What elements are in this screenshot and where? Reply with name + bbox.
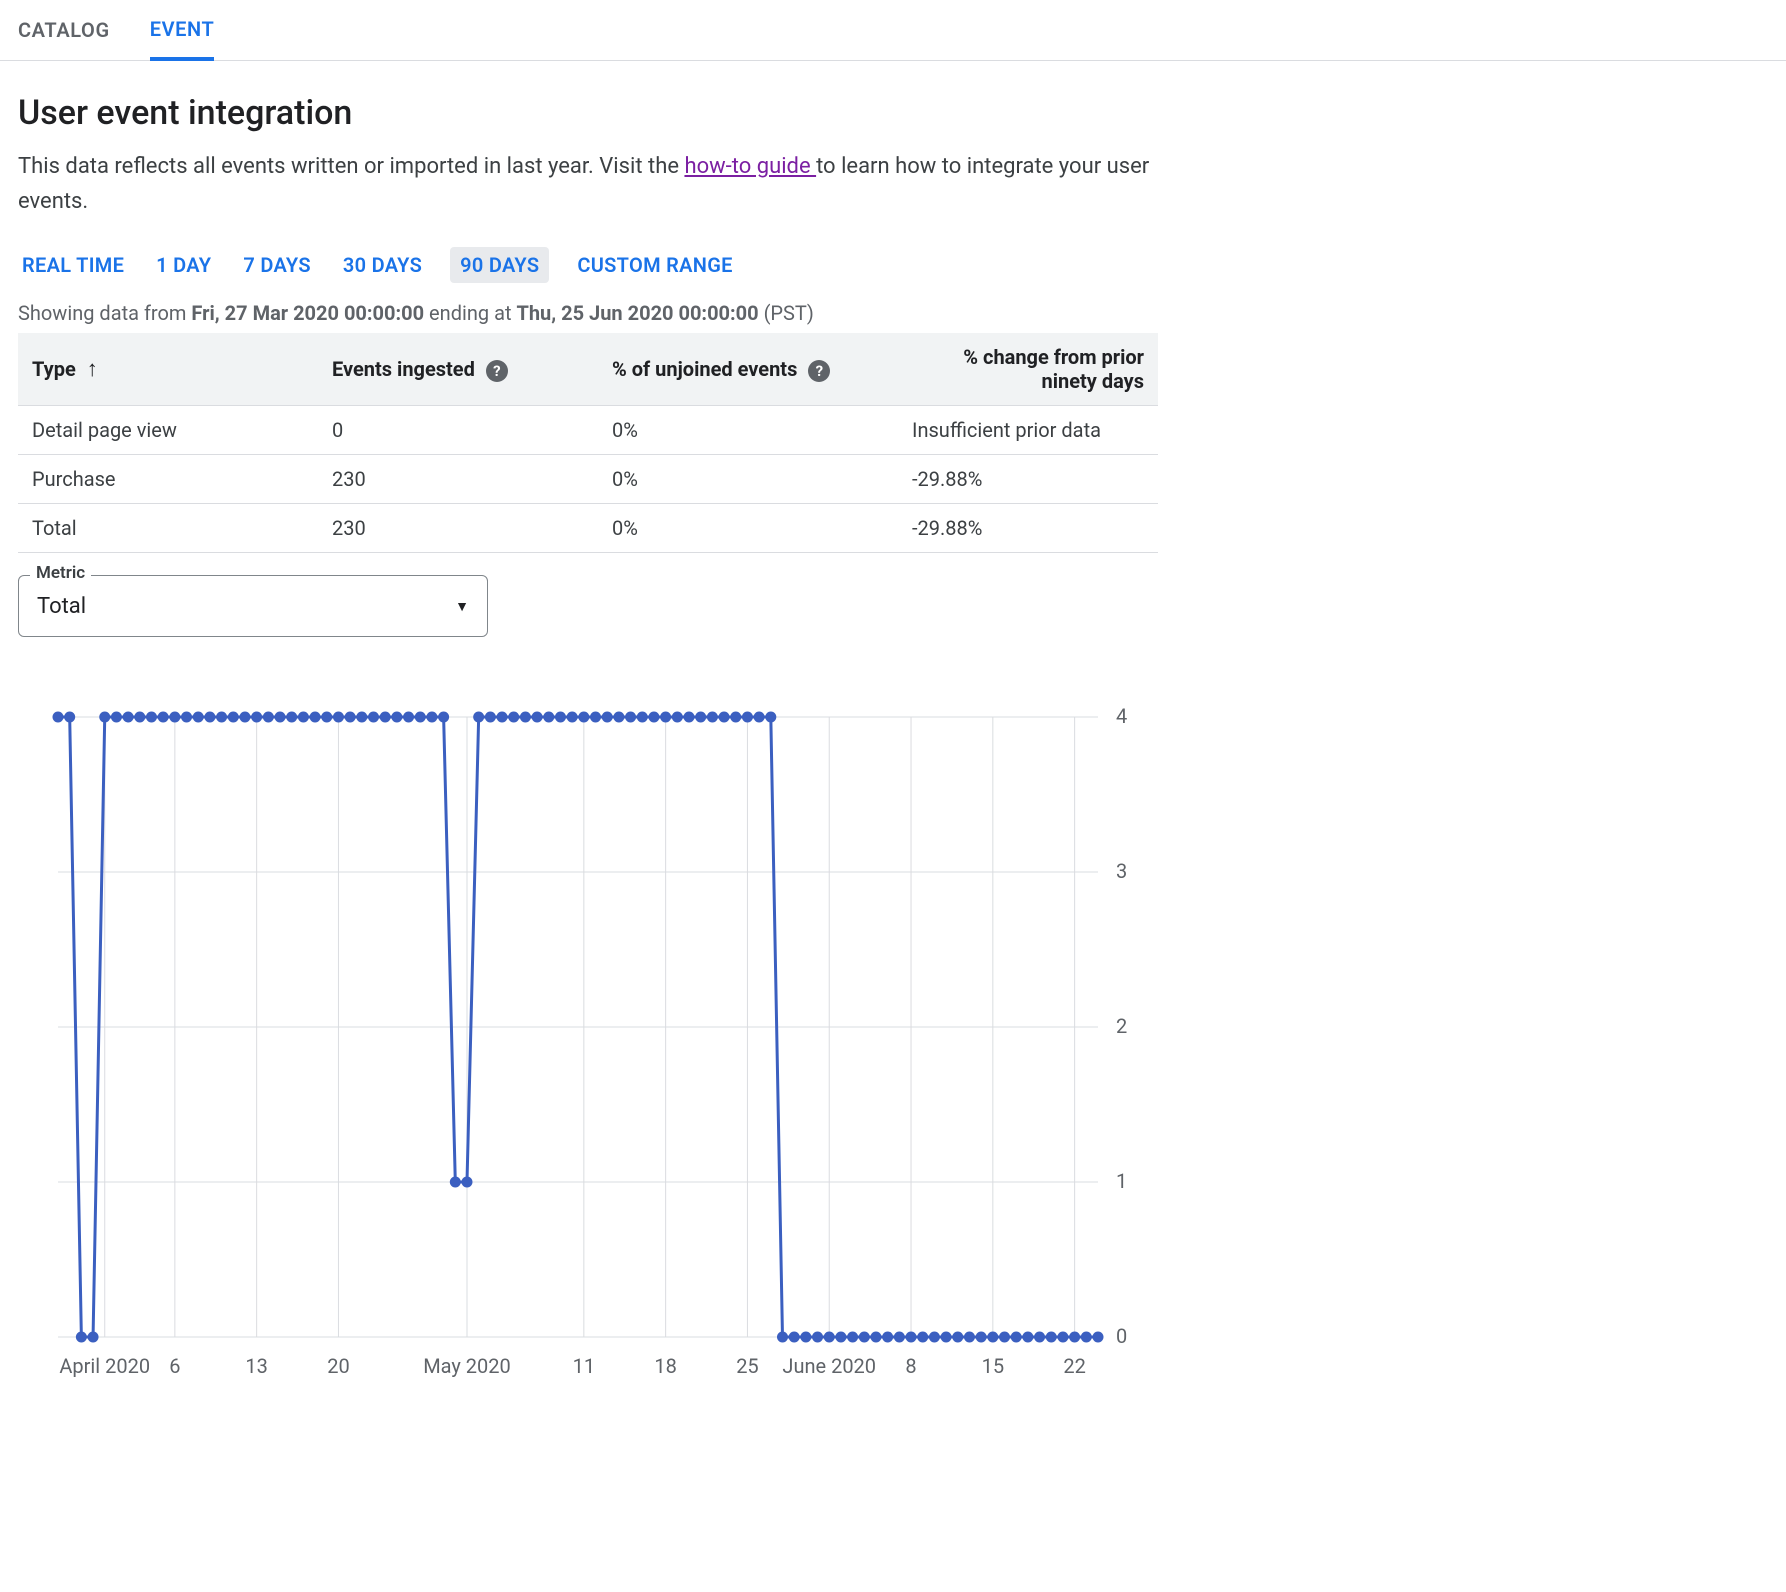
chevron-down-icon: ▼ [455,598,469,615]
col-unjoined-label: % of unjoined events [612,357,797,381]
time-range-row: REAL TIME 1 DAY 7 DAYS 30 DAYS 90 DAYS C… [18,247,1152,283]
svg-text:0: 0 [1116,1324,1127,1348]
page-description: This data reflects all events written or… [18,149,1152,219]
col-change-label: % change from prior ninety days [963,345,1144,393]
svg-text:1: 1 [1116,1169,1127,1193]
range-30-days[interactable]: 30 DAYS [339,247,426,283]
cell-ingested: 0 [318,406,598,455]
svg-text:April 2020: April 2020 [59,1354,150,1378]
metric-value: Total [37,594,86,619]
col-unjoined-header[interactable]: % of unjoined events ? [598,333,898,406]
cell-type: Purchase [18,455,318,504]
svg-text:25: 25 [736,1354,758,1378]
howto-link[interactable]: how-to guide [684,154,816,179]
range-1-day[interactable]: 1 DAY [152,247,215,283]
table-row: Detail page view 0 0% Insufficient prior… [18,406,1158,455]
svg-text:13: 13 [245,1354,267,1378]
showing-range-text: Showing data from Fri, 27 Mar 2020 00:00… [18,301,1152,325]
col-type-label: Type [32,357,76,381]
help-icon[interactable]: ? [486,360,508,382]
range-custom[interactable]: CUSTOM RANGE [573,247,736,283]
svg-text:May 2020: May 2020 [423,1354,511,1378]
svg-text:20: 20 [327,1354,349,1378]
table-row: Purchase 230 0% -29.88% [18,455,1158,504]
showing-from: Fri, 27 Mar 2020 00:00:00 [191,301,424,325]
range-real-time[interactable]: REAL TIME [18,247,128,283]
range-7-days[interactable]: 7 DAYS [239,247,315,283]
main-tabs: CATALOG EVENT [0,0,1786,61]
metric-select[interactable]: Total ▼ [18,575,488,637]
events-table-body: Detail page view 0 0% Insufficient prior… [18,406,1158,553]
svg-text:4: 4 [1116,707,1127,728]
table-row: Total 230 0% -29.88% [18,504,1158,553]
description-pre: This data reflects all events written or… [18,154,684,179]
tab-catalog[interactable]: CATALOG [18,0,110,61]
svg-text:15: 15 [982,1354,1004,1378]
range-90-days[interactable]: 90 DAYS [450,247,549,283]
cell-unjoined: 0% [598,504,898,553]
help-icon[interactable]: ? [808,360,830,382]
events-chart: 0 1 2 3 4 April 2020 6 13 20 May 2020 11 18 25 June 2… [18,707,1152,1387]
col-ingested-header[interactable]: Events ingested ? [318,333,598,406]
cell-unjoined: 0% [598,455,898,504]
cell-change: Insufficient prior data [898,406,1158,455]
metric-field: Metric Total ▼ [18,575,488,637]
cell-type: Detail page view [18,406,318,455]
showing-mid: ending at [424,301,516,325]
col-type-header[interactable]: Type ↑ [18,333,318,406]
col-change-header[interactable]: % change from prior ninety days [898,333,1158,406]
svg-text:June 2020: June 2020 [782,1354,876,1378]
cell-type: Total [18,504,318,553]
tab-event[interactable]: EVENT [150,0,215,61]
showing-prefix: Showing data from [18,301,191,325]
sort-arrow-up-icon: ↑ [87,357,98,382]
svg-text:2: 2 [1116,1014,1127,1038]
metric-label: Metric [30,563,91,583]
events-table: Type ↑ Events ingested ? % of unjoined e… [18,333,1158,553]
cell-change: -29.88% [898,504,1158,553]
cell-change: -29.88% [898,455,1158,504]
showing-to: Thu, 25 Jun 2020 00:00:00 [516,301,758,325]
cell-ingested: 230 [318,455,598,504]
svg-text:22: 22 [1063,1354,1085,1378]
col-ingested-label: Events ingested [332,357,475,381]
svg-text:18: 18 [654,1354,676,1378]
cell-ingested: 230 [318,504,598,553]
cell-unjoined: 0% [598,406,898,455]
showing-tz: (PST) [759,301,814,325]
svg-text:8: 8 [905,1354,916,1378]
svg-text:6: 6 [169,1354,180,1378]
svg-text:11: 11 [573,1354,595,1378]
page-title: User event integration [18,93,1152,133]
svg-text:3: 3 [1116,859,1127,883]
